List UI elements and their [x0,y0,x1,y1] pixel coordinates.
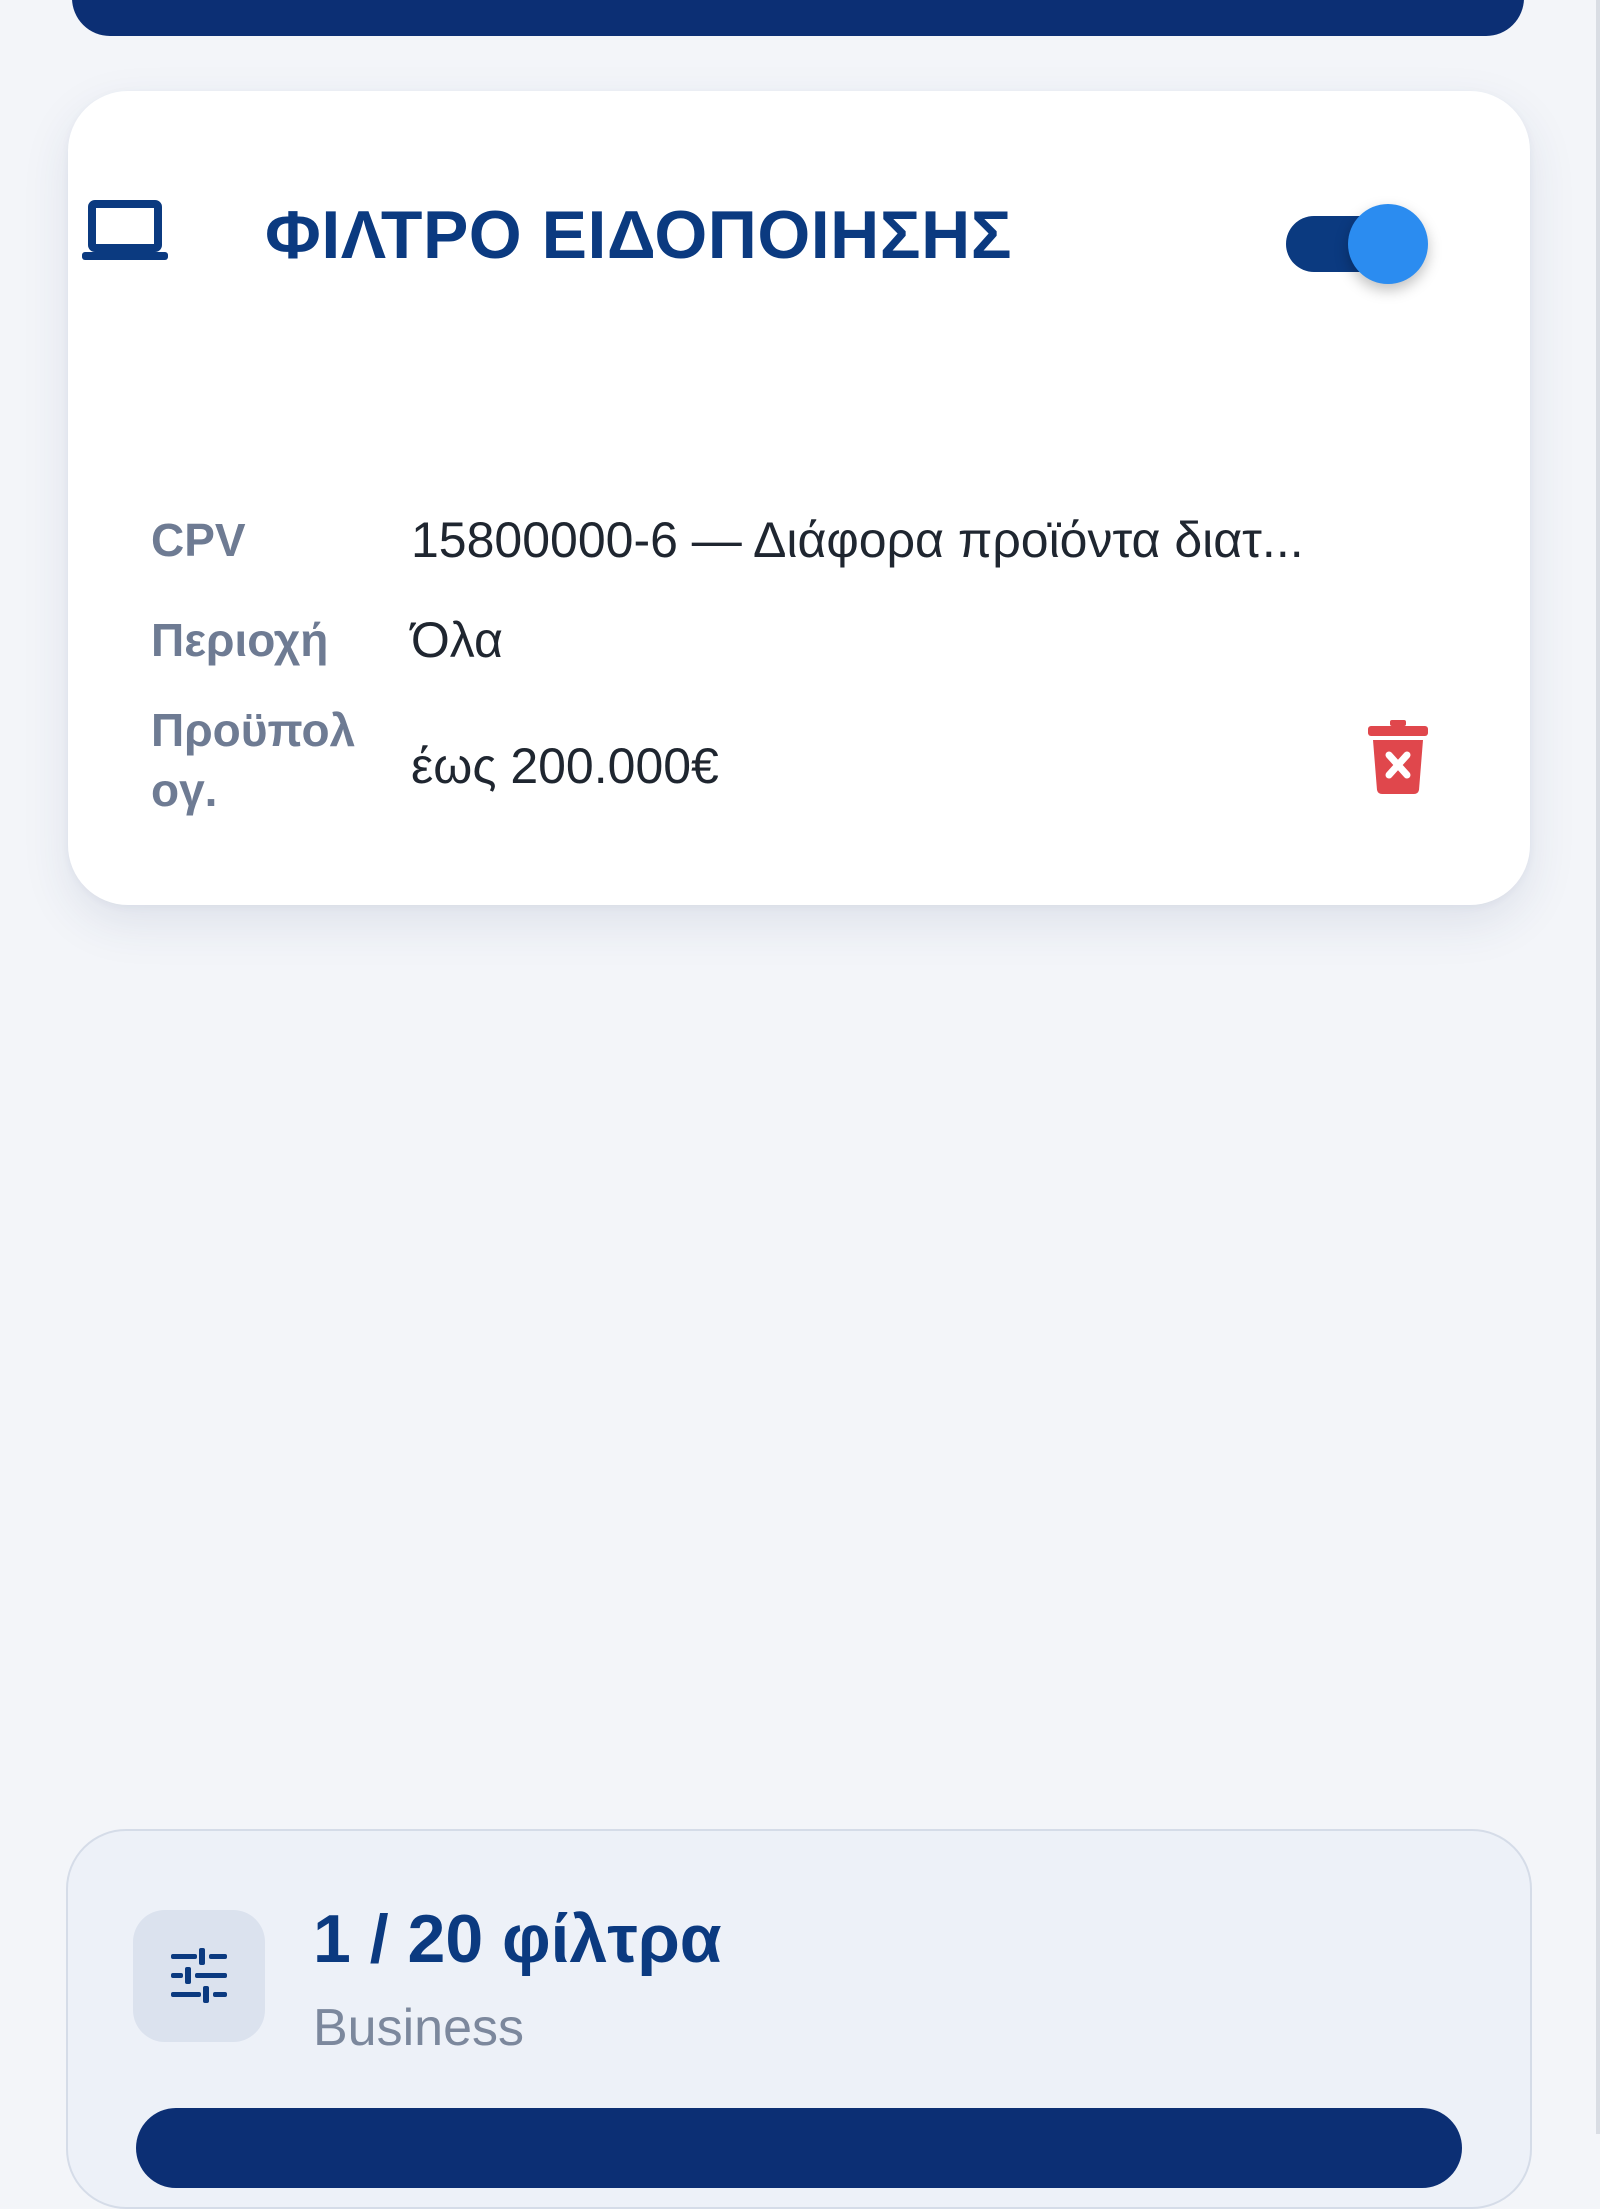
cpv-label: CPV [151,514,246,566]
page-edge [1596,0,1600,2134]
budget-value: έως 200.000€ [411,738,719,794]
bottom-action-button[interactable] [136,2108,1462,2188]
toggle-knob [1348,204,1428,284]
filter-enabled-toggle[interactable] [1276,204,1428,284]
trash-icon[interactable] [1368,720,1428,794]
filters-count: 1 / 20 φίλτρα [313,1901,722,1977]
region-label: Περιοχή [151,614,329,666]
plan-icon-box [133,1910,265,2042]
laptop-icon [82,200,168,260]
filter-title: ΦΙΛΤΡΟ ΕΙΔΟΠΟΙΗΣΗΣ [265,197,1013,273]
top-action-button[interactable] [72,0,1524,36]
sliders-icon [171,1948,227,2003]
filter-card-header: ΦΙΛΤΡΟ ΕΙΔΟΠΟΙΗΣΗΣ [82,170,1428,300]
region-value: Όλα [411,612,503,668]
budget-label: Προϋπολ ογ. [151,704,356,816]
plan-tier: Business [313,1999,524,2057]
cpv-value: 15800000-6 — Διάφορα προϊόντα διατ... [411,512,1304,568]
